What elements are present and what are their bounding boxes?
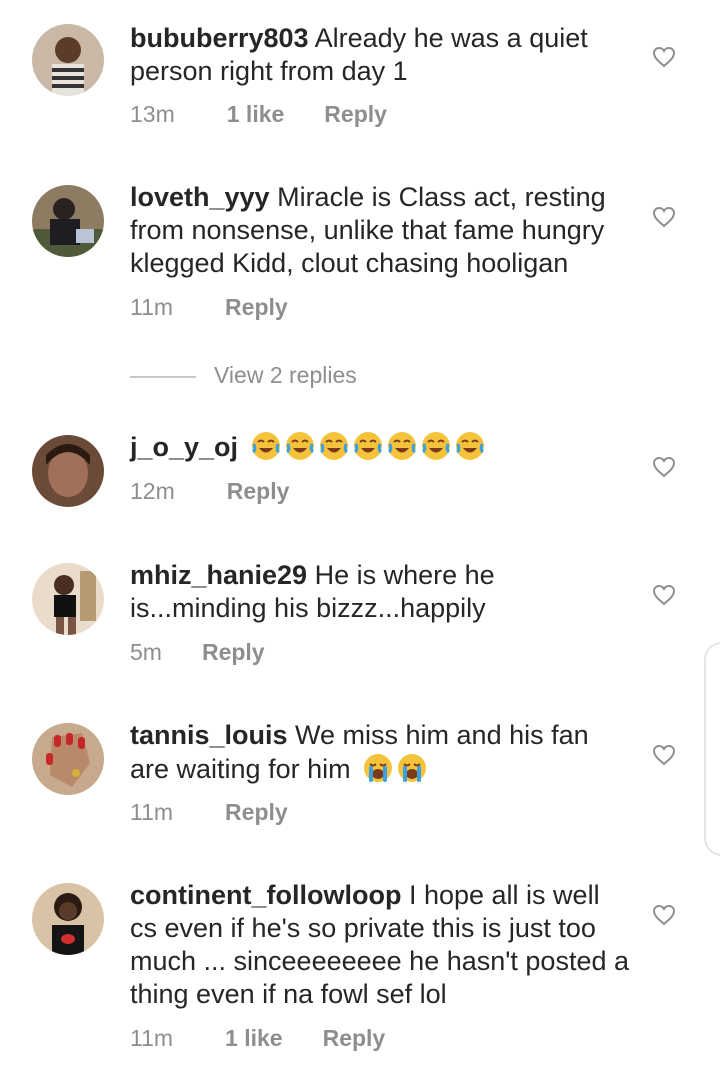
- comment-body: tannis_louis We miss him and his fan are…: [130, 719, 630, 786]
- joy-emoji-icon: [455, 432, 484, 460]
- comment-meta: 11m Reply: [130, 799, 288, 826]
- heart-outline-icon[interactable]: [652, 455, 676, 479]
- reply-button[interactable]: Reply: [323, 1025, 386, 1052]
- avatar[interactable]: [32, 723, 104, 795]
- avatar[interactable]: [32, 435, 104, 507]
- heart-outline-icon[interactable]: [652, 45, 676, 69]
- comment-meta: 11m Reply: [130, 294, 288, 321]
- reply-button[interactable]: Reply: [227, 478, 290, 505]
- replies-divider: [130, 375, 196, 378]
- joy-emoji-icon: [353, 432, 382, 460]
- view-replies-label[interactable]: View 2 replies: [214, 362, 357, 388]
- comment-body: j_o_y_oj: [130, 430, 630, 464]
- comment-time: 5m: [130, 639, 162, 665]
- heart-outline-icon[interactable]: [652, 205, 676, 229]
- reply-button[interactable]: Reply: [202, 639, 265, 666]
- comment-body: mhiz_hanie29 He is where he is...minding…: [130, 559, 630, 625]
- crying-emoji-icon: [398, 754, 427, 782]
- avatar[interactable]: [32, 563, 104, 635]
- view-replies-link[interactable]: View 2 replies: [130, 362, 357, 389]
- comment-time: 11m: [130, 799, 174, 825]
- emoji-group: [250, 432, 488, 462]
- comment-body: bububerry803 Already he was a quiet pers…: [130, 22, 630, 88]
- joy-emoji-icon: [319, 432, 348, 460]
- comment-meta: 11m 1 like Reply: [130, 1025, 385, 1052]
- comment-meta: 13m 1 like Reply: [130, 101, 387, 128]
- comment-meta: 5m Reply: [130, 639, 265, 666]
- avatar[interactable]: [32, 185, 104, 257]
- comment-username[interactable]: loveth_yyy: [130, 182, 270, 212]
- joy-emoji-icon: [285, 432, 314, 460]
- comment-username[interactable]: tannis_louis: [130, 720, 288, 750]
- comment-meta: 12m Reply: [130, 478, 289, 505]
- comment-body: continent_followloop I hope all is well …: [130, 879, 630, 1011]
- comment-username[interactable]: mhiz_hanie29: [130, 560, 307, 590]
- reply-button[interactable]: Reply: [225, 294, 288, 321]
- crying-emoji-icon: [364, 754, 393, 782]
- like-count[interactable]: 1 like: [227, 101, 285, 128]
- avatar[interactable]: [32, 883, 104, 955]
- comment-username[interactable]: continent_followloop: [130, 880, 401, 910]
- comment-time: 12m: [130, 478, 175, 504]
- avatar[interactable]: [32, 24, 104, 96]
- heart-outline-icon[interactable]: [652, 903, 676, 927]
- like-count[interactable]: 1 like: [225, 1025, 283, 1052]
- joy-emoji-icon: [387, 432, 416, 460]
- heart-outline-icon[interactable]: [652, 583, 676, 607]
- emoji-group: [362, 754, 430, 784]
- comment-username[interactable]: bububerry803: [130, 23, 309, 53]
- comment-time: 11m: [130, 294, 174, 320]
- comment-time: 11m: [130, 1025, 174, 1051]
- comment-time: 13m: [130, 101, 175, 127]
- joy-emoji-icon: [251, 432, 280, 460]
- heart-outline-icon[interactable]: [652, 743, 676, 767]
- comment-body: loveth_yyy Miracle is Class act, resting…: [130, 181, 630, 280]
- joy-emoji-icon: [421, 432, 450, 460]
- reply-button[interactable]: Reply: [324, 101, 387, 128]
- reply-button[interactable]: Reply: [225, 799, 288, 826]
- side-edge-panel[interactable]: [704, 642, 720, 856]
- comment-username[interactable]: j_o_y_oj: [130, 432, 238, 462]
